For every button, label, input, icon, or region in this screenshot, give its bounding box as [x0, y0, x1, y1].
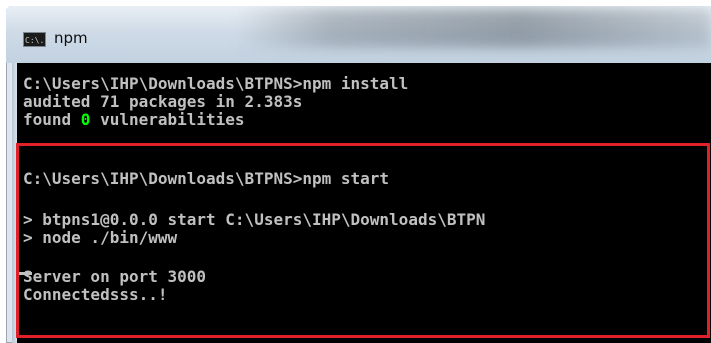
blurred-title-area [236, 8, 711, 48]
console-line-install-command: C:\Users\IHP\Downloads\BTPNS>npm install [23, 74, 409, 93]
console-cursor [18, 272, 32, 275]
cmd-window: C:\. npm C:\Users\IHP\Downloads\BTPNS>np… [6, 6, 711, 343]
zero-vulnerabilities-count: 0 [80, 110, 91, 129]
title-bar[interactable]: C:\. npm [6, 6, 711, 63]
console-line-start-script: > btpns1@0.0.0 start C:\Users\IHP\Downlo… [23, 210, 486, 229]
console-line-connected: Connectedsss..! [23, 285, 168, 304]
console-line-start-command: C:\Users\IHP\Downloads\BTPNS>npm start [23, 169, 390, 188]
console-line-server-port: Server on port 3000 [23, 267, 207, 286]
cmd-icon[interactable]: C:\. [23, 32, 46, 47]
console-line-found: found 0 vulnerabilities [23, 111, 245, 129]
vulnerabilities-text: vulnerabilities [90, 110, 245, 129]
console-line-node-command: > node ./bin/www [23, 228, 178, 247]
window-title: npm [54, 29, 88, 47]
console-line-audited: audited 71 packages in 2.383s [23, 92, 303, 111]
console-output[interactable]: C:\Users\IHP\Downloads\BTPNS>npm install… [17, 63, 711, 343]
found-text: found [23, 110, 81, 129]
